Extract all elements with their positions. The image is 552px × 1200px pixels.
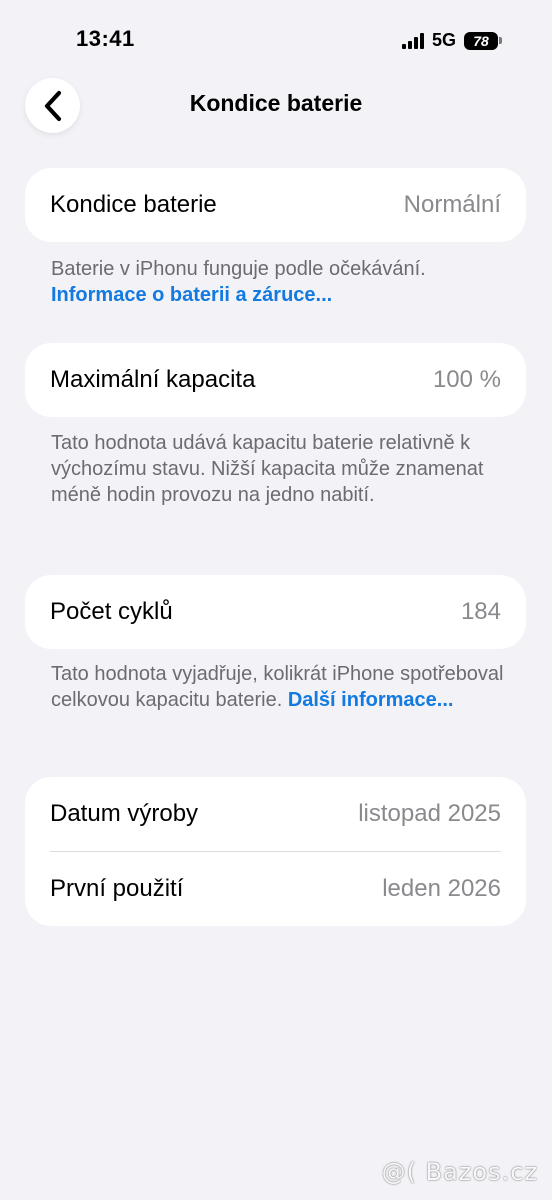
max-capacity-value: 100 % <box>432 366 501 393</box>
first-use-label: První použití <box>50 875 184 902</box>
manufacture-date-value: listopad 2025 <box>358 800 501 827</box>
first-use-row: První použití leden 2026 <box>25 852 526 926</box>
status-indicators: 5G 78 <box>401 30 502 51</box>
cycle-count-footnote: Tato hodnota vyjadřuje, kolikrát iPhone … <box>51 661 521 713</box>
first-use-value: leden 2026 <box>382 875 501 902</box>
status-bar: 13:41 5G 78 <box>0 0 552 80</box>
cycle-count-card: Počet cyklů 184 <box>25 575 526 649</box>
battery-level: 78 <box>464 31 498 50</box>
battery-warranty-link[interactable]: Informace o baterii a záruce... <box>51 284 332 306</box>
status-time: 13:41 <box>76 26 135 51</box>
cycle-count-label: Počet cyklů <box>50 598 173 625</box>
max-capacity-card: Maximální kapacita 100 % <box>25 343 526 417</box>
battery-health-value: Normální <box>403 191 501 218</box>
battery-health-footnote: Baterie v iPhonu funguje podle očekávání… <box>51 256 521 308</box>
battery-health-row: Kondice baterie Normální <box>25 168 526 242</box>
battery-icon: 78 <box>464 31 502 50</box>
cycle-count-row: Počet cyklů 184 <box>25 575 526 649</box>
more-info-link[interactable]: Další informace... <box>288 689 454 711</box>
page-title: Kondice baterie <box>189 90 363 116</box>
cellular-signal-icon <box>401 32 424 49</box>
network-type: 5G <box>431 30 456 50</box>
max-capacity-footnote: Tato hodnota udává kapacitu baterie rela… <box>51 432 484 506</box>
battery-health-label: Kondice baterie <box>50 191 217 218</box>
battery-health-footnote-text: Baterie v iPhonu funguje podle očekávání… <box>51 258 426 280</box>
cycle-count-value: 184 <box>460 598 501 625</box>
battery-health-card: Kondice baterie Normální <box>25 168 526 242</box>
max-capacity-row: Maximální kapacita 100 % <box>25 343 526 417</box>
manufacture-date-label: Datum výroby <box>50 800 199 827</box>
watermark: @( Bazos.cz <box>381 1158 538 1186</box>
max-capacity-label: Maximální kapacita <box>50 366 256 393</box>
manufacture-date-row: Datum výroby listopad 2025 <box>25 777 526 851</box>
dates-card: Datum výroby listopad 2025 První použití… <box>25 777 526 926</box>
